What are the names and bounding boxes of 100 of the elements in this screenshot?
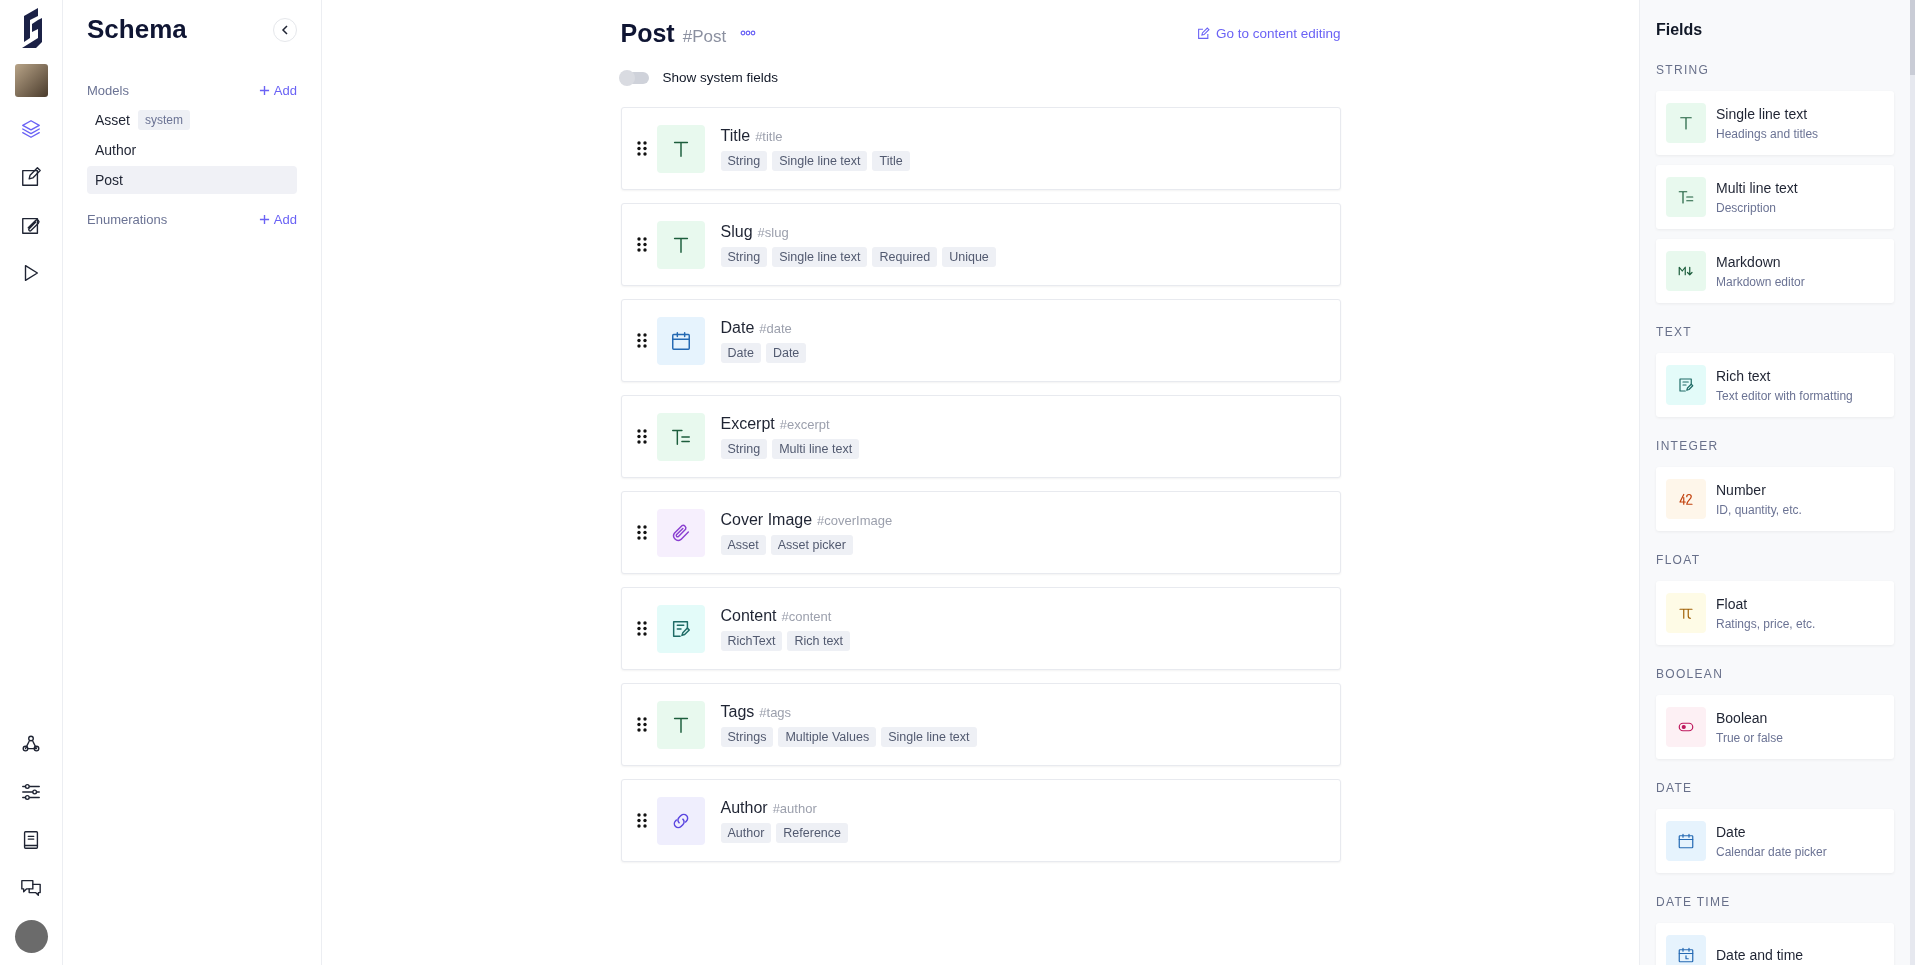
field-api-id: #content bbox=[781, 608, 832, 624]
field-type-description: Markdown editor bbox=[1716, 274, 1805, 289]
field-type-name: Multi line text bbox=[1716, 179, 1798, 196]
model-api-id: #Post bbox=[682, 26, 727, 47]
model-item[interactable]: Asset system bbox=[87, 106, 297, 134]
field-type-name: Date bbox=[1716, 823, 1747, 840]
field-type-card[interactable]: Rich text Text editor with formatting bbox=[1656, 353, 1894, 417]
field-api-id: #slug bbox=[757, 224, 789, 240]
drag-handle-icon[interactable] bbox=[636, 237, 647, 252]
add-button[interactable]: Add bbox=[258, 83, 297, 98]
scrollbar-thumb[interactable] bbox=[1910, 0, 1915, 75]
model-item[interactable]: Author bbox=[87, 136, 297, 164]
field-tag: Author bbox=[720, 822, 772, 843]
text-lines-icon bbox=[1677, 188, 1695, 206]
field-type-description: True or false bbox=[1716, 730, 1783, 745]
field-tag: Required bbox=[872, 246, 938, 267]
add-button[interactable]: Add bbox=[258, 212, 297, 227]
letter-t-icon bbox=[1677, 114, 1695, 132]
field-card[interactable]: Cover Image #coverImage Asset Asset picker bbox=[620, 491, 1341, 574]
field-type-card[interactable]: Date Calendar date picker bbox=[1656, 809, 1894, 873]
field-type-description: Headings and titles bbox=[1716, 126, 1819, 141]
section-label: Enumerations bbox=[87, 212, 168, 227]
chevron-left-icon bbox=[281, 24, 289, 35]
field-type-card[interactable]: Float Ratings, price, etc. bbox=[1656, 581, 1894, 645]
field-tag: Date bbox=[720, 342, 761, 363]
more-icon[interactable] bbox=[740, 30, 757, 36]
field-card[interactable]: Title #title String Single line text Title bbox=[620, 107, 1341, 190]
field-tag: Single line text bbox=[881, 726, 977, 747]
field-type-description: Calendar date picker bbox=[1716, 844, 1827, 859]
field-tag: Rich text bbox=[787, 630, 851, 651]
field-api-id: #author bbox=[772, 800, 817, 816]
field-card[interactable]: Date #date Date Date bbox=[620, 299, 1341, 382]
field-type-name: Date and time bbox=[1716, 947, 1804, 963]
toggle-switch[interactable] bbox=[620, 71, 649, 84]
field-tag: Unique bbox=[942, 246, 996, 267]
drag-handle-icon[interactable] bbox=[636, 333, 647, 348]
drag-handle-icon[interactable] bbox=[636, 621, 647, 636]
field-name: Content bbox=[720, 606, 777, 625]
calendar-clock-icon bbox=[1677, 946, 1695, 964]
toggle-label: Show system fields bbox=[662, 70, 779, 85]
field-api-id: #excerpt bbox=[779, 416, 830, 432]
field-name: Cover Image bbox=[720, 510, 813, 529]
plus-icon bbox=[258, 214, 270, 225]
field-card[interactable]: Content #content RichText Rich text bbox=[620, 587, 1341, 670]
field-tag: Title bbox=[872, 150, 910, 171]
field-card[interactable]: Tags #tags Strings Multiple Values Single line text bbox=[620, 683, 1341, 766]
field-name: Date bbox=[720, 318, 755, 337]
field-type-description: Ratings, price, etc. bbox=[1716, 616, 1816, 631]
drag-handle-icon[interactable] bbox=[636, 717, 647, 732]
drag-handle-icon[interactable] bbox=[636, 429, 647, 444]
field-type-name: Markdown bbox=[1716, 253, 1782, 270]
field-tag: Multi line text bbox=[772, 438, 860, 459]
field-type-card[interactable]: Number ID, quantity, etc. bbox=[1656, 467, 1894, 531]
field-api-id: #tags bbox=[759, 704, 792, 720]
field-type-description: Description bbox=[1716, 200, 1778, 215]
model-name: Post bbox=[95, 172, 123, 188]
field-card[interactable]: Author #author Author Reference bbox=[620, 779, 1341, 862]
field-tag: Multiple Values bbox=[778, 726, 877, 747]
field-type-card[interactable]: Boolean True or false bbox=[1656, 695, 1894, 759]
field-type-description: Text editor with formatting bbox=[1716, 388, 1853, 403]
field-api-id: #date bbox=[759, 320, 792, 336]
content-editing-link[interactable]: Go to content editing bbox=[1196, 25, 1341, 41]
edit-icon bbox=[1196, 26, 1210, 40]
field-card[interactable]: Slug #slug String Single line text Required Unique bbox=[620, 203, 1341, 286]
field-type-description: ID, quantity, etc. bbox=[1716, 502, 1802, 517]
field-tag: String bbox=[720, 438, 768, 459]
field-tag: Date bbox=[765, 342, 807, 363]
group-label: BOOLEAN bbox=[1656, 667, 1725, 681]
field-type-name: Rich text bbox=[1716, 367, 1772, 384]
group-label: TEXT bbox=[1656, 325, 1693, 339]
model-item[interactable]: Post bbox=[87, 166, 297, 194]
drag-handle-icon[interactable] bbox=[636, 525, 647, 540]
field-type-card[interactable]: Date and time bbox=[1656, 923, 1894, 965]
field-type-name: Single line text bbox=[1716, 105, 1809, 122]
field-tag: String bbox=[720, 246, 768, 267]
field-type-card[interactable]: Markdown Markdown editor bbox=[1656, 239, 1894, 303]
sidebar-title: Schema bbox=[87, 14, 187, 45]
field-tag: Asset picker bbox=[770, 534, 853, 555]
project-photo-placeholder[interactable] bbox=[14, 64, 48, 97]
field-tag: String bbox=[720, 150, 768, 171]
panel-title: Fields bbox=[1656, 21, 1704, 39]
group-label: DATE TIME bbox=[1656, 895, 1732, 909]
drag-handle-icon[interactable] bbox=[636, 813, 647, 828]
model-name: Author bbox=[95, 142, 137, 158]
field-tag: Reference bbox=[776, 822, 849, 843]
field-type-card[interactable]: Multi line text Description bbox=[1656, 165, 1894, 229]
field-tag: Strings bbox=[720, 726, 774, 747]
model-name: Asset bbox=[95, 112, 130, 128]
field-type-card[interactable]: Single line text Headings and titles bbox=[1656, 91, 1894, 155]
field-card[interactable]: Excerpt #excerpt String Multi line text bbox=[620, 395, 1341, 478]
field-api-id: #coverImage bbox=[817, 512, 893, 528]
field-tag: Single line text bbox=[772, 246, 868, 267]
collapse-button[interactable] bbox=[273, 17, 297, 42]
drag-handle-icon[interactable] bbox=[636, 141, 647, 156]
avatar-placeholder[interactable] bbox=[14, 920, 48, 953]
field-name: Excerpt bbox=[720, 414, 775, 433]
field-type-name: Float bbox=[1716, 595, 1749, 612]
field-name: Title bbox=[720, 126, 751, 145]
field-type-name: Number bbox=[1716, 481, 1767, 498]
group-label: DATE bbox=[1656, 781, 1694, 795]
